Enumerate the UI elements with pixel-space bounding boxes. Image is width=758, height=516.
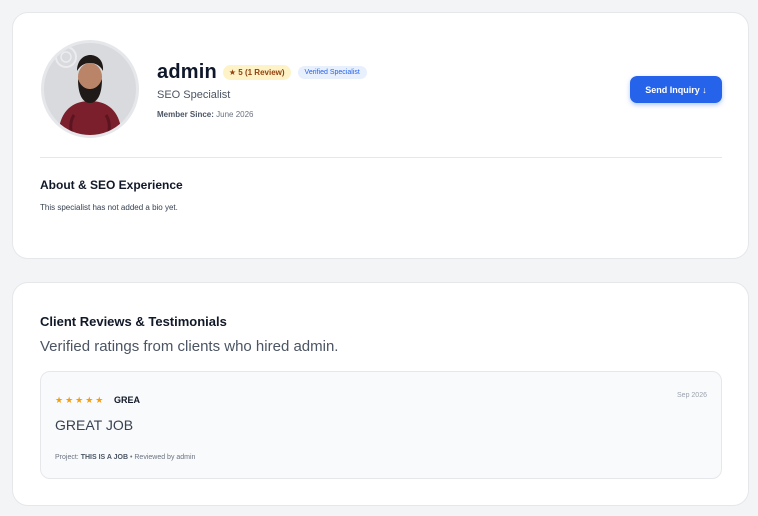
reviews-card: Client Reviews & Testimonials Verified r…	[12, 282, 749, 506]
review-item: ★★★★★ GREA Sep 2026 GREAT JOB Project: T…	[40, 371, 722, 479]
profile-name: admin	[157, 61, 217, 83]
reviewed-by: • Reviewed by admin	[129, 454, 196, 461]
member-since-label: Member Since:	[157, 110, 214, 119]
about-heading: About & SEO Experience	[40, 178, 183, 192]
about-text: This specialist has not added a bio yet.	[40, 203, 178, 212]
star-rating-icon: ★★★★★	[55, 395, 106, 405]
avatar	[41, 40, 139, 138]
project-name: THIS IS A JOB	[80, 454, 129, 461]
review-title: GREA	[114, 395, 141, 405]
avatar-photo	[44, 43, 136, 135]
profile-card: admin ★ 5 (1 Review) Verified Specialist…	[12, 12, 749, 259]
profile-role: SEO Specialist	[157, 89, 231, 101]
review-body: GREAT JOB	[55, 417, 134, 433]
divider	[40, 157, 722, 158]
reviews-subtitle: Verified ratings from clients who hired …	[40, 338, 339, 355]
review-meta: Project: THIS IS A JOB • Reviewed by adm…	[55, 454, 195, 461]
rating-badge: ★ 5 (1 Review)	[222, 65, 291, 80]
send-inquiry-button[interactable]: Send Inquiry ↓	[630, 76, 722, 103]
reviews-heading: Client Reviews & Testimonials	[40, 314, 227, 329]
member-since-value: June 2026	[216, 110, 254, 119]
review-date: Sep 2026	[677, 392, 707, 399]
project-label: Project:	[55, 454, 79, 461]
name-row: admin ★ 5 (1 Review) Verified Specialist	[157, 61, 367, 84]
member-since: Member Since: June 2026	[157, 110, 254, 119]
verified-badge: Verified Specialist	[297, 66, 367, 79]
